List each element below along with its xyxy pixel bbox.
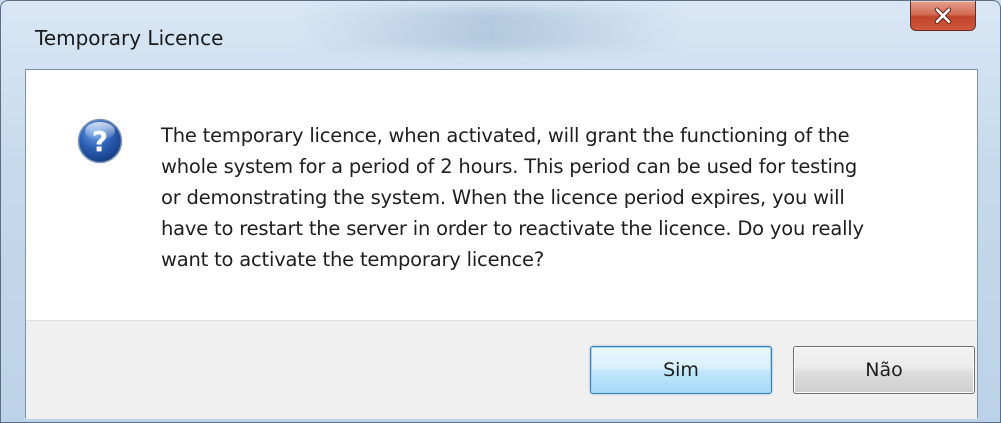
window-title: Temporary Licence [35,26,224,50]
message-line: want to activate the temporary licence? [161,248,544,271]
message-line: have to restart the server in order to r… [161,217,864,240]
message-area: ? The temporary licence, when activated,… [26,70,977,320]
dialog-window: Temporary Licence ? The temporary licenc… [0,0,1001,423]
question-icon: ? [77,118,123,164]
close-button[interactable] [910,1,976,31]
title-bar[interactable]: Temporary Licence [1,1,1000,69]
message-line: The temporary licence, when activated, w… [161,124,850,147]
yes-button[interactable]: Sim [590,346,772,394]
message-line: whole system for a period of 2 hours. Th… [161,155,858,178]
close-icon [934,7,952,24]
dialog-message: The temporary licence, when activated, w… [161,120,961,275]
dialog-client-area: ? The temporary licence, when activated,… [25,69,978,419]
svg-text:?: ? [92,125,108,158]
message-line: or demonstrating the system. When the li… [161,186,845,209]
button-bar: Sim Não [26,320,977,419]
no-button[interactable]: Não [793,346,975,394]
